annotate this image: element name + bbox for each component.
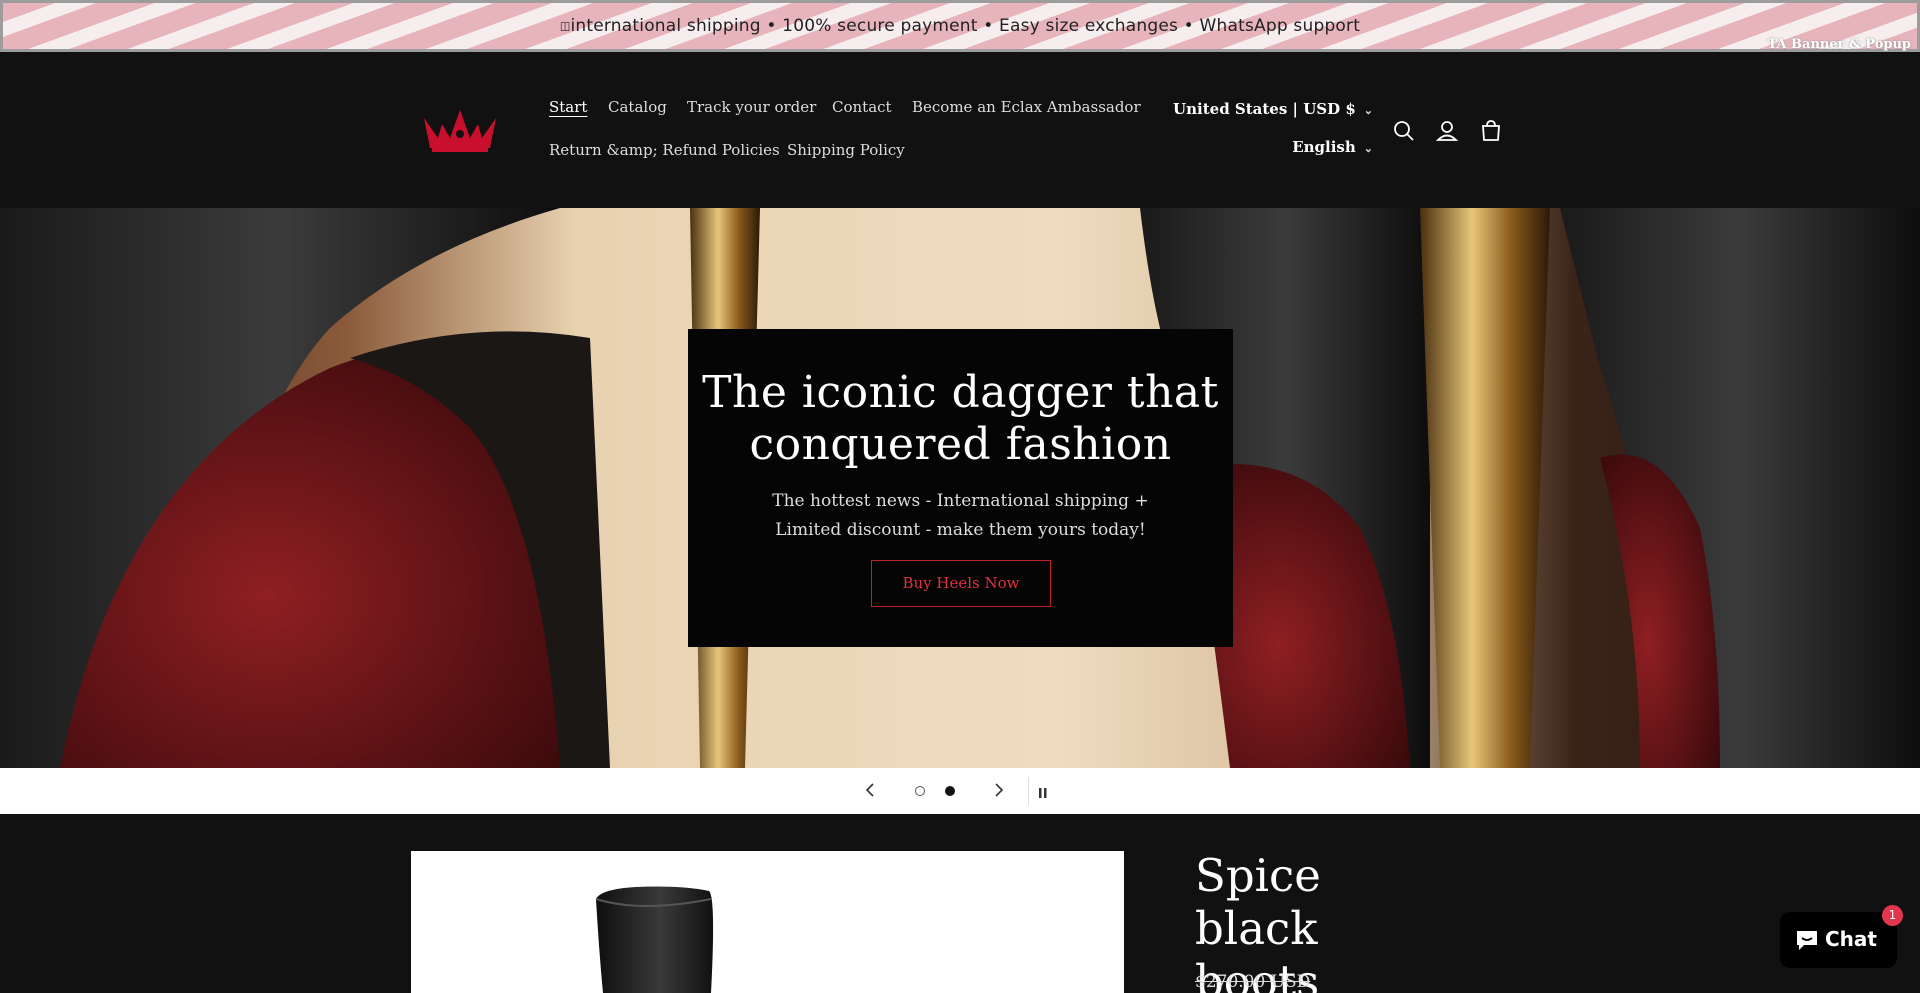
language-selector-label: English: [1292, 138, 1356, 156]
gift-icon: ◫: [559, 19, 571, 33]
nav-ambassador[interactable]: Become an Eclax Ambassador: [912, 98, 1141, 116]
slide-dot-2[interactable]: [945, 786, 955, 796]
boot-image: [595, 886, 714, 993]
product-price: $270.00 USD: [1195, 972, 1311, 992]
site-header: Start Catalog Track your order Contact B…: [0, 52, 1920, 208]
chevron-down-icon: ⌄: [1363, 142, 1373, 155]
country-selector[interactable]: United States | USD $ ⌄: [1173, 100, 1373, 118]
chevron-down-icon: ⌄: [1363, 104, 1373, 117]
slide-dot-1[interactable]: [915, 786, 925, 796]
nav-catalog[interactable]: Catalog: [608, 98, 667, 116]
chat-button[interactable]: Chat: [1780, 912, 1897, 968]
crown-logo-icon[interactable]: [420, 104, 500, 154]
hero-slideshow: The iconic dagger that conquered fashion…: [0, 208, 1920, 768]
country-selector-label: United States | USD $: [1173, 100, 1356, 118]
chat-notification-badge: 1: [1882, 905, 1903, 926]
chat-bubble-icon: [1794, 928, 1820, 957]
cart-icon[interactable]: [1478, 118, 1504, 144]
hero-subtitle: The hottest news - International shippin…: [772, 491, 1149, 540]
search-icon[interactable]: [1391, 118, 1417, 144]
buy-heels-button[interactable]: Buy Heels Now: [871, 560, 1051, 607]
chevron-left-icon[interactable]: [863, 780, 877, 804]
hero-title: The iconic dagger that conquered fashion: [702, 367, 1219, 470]
slider-controls: [0, 768, 1920, 814]
nav-return-refund[interactable]: Return &amp; Refund Policies: [549, 141, 780, 159]
chat-label: Chat: [1825, 927, 1877, 951]
language-selector[interactable]: English ⌄: [1292, 138, 1373, 156]
announcement-app-tag: TA Banner & Popup: [1767, 37, 1911, 52]
nav-shipping-policy[interactable]: Shipping Policy: [787, 141, 905, 159]
pause-icon[interactable]: [1028, 777, 1048, 805]
nav-start[interactable]: Start: [549, 98, 587, 116]
announcement-text: ◫international shipping • 100% secure pa…: [559, 16, 1361, 36]
announcement-bar: ◫international shipping • 100% secure pa…: [0, 0, 1920, 52]
nav-contact[interactable]: Contact: [832, 98, 892, 116]
nav-track-order[interactable]: Track your order: [687, 98, 816, 116]
account-icon[interactable]: [1434, 118, 1460, 144]
featured-product-section: Spice black boots $270.00 USD: [0, 814, 1920, 993]
chevron-right-icon[interactable]: [992, 780, 1006, 804]
hero-content-box: The iconic dagger that conquered fashion…: [688, 329, 1233, 647]
product-image[interactable]: [411, 851, 1124, 993]
